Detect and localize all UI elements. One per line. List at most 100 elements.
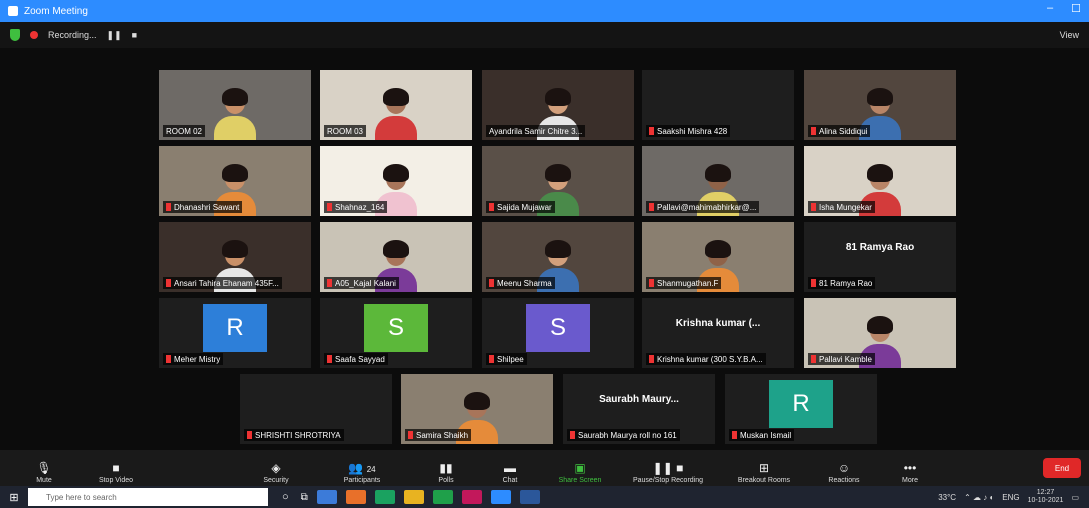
participant-name-label: Krishna kumar (300 S.Y.B.A... (646, 353, 766, 365)
participant-tile[interactable]: ROOM 02 (159, 70, 311, 140)
muted-mic-icon (327, 203, 332, 211)
security-button[interactable]: ◈ Security (246, 452, 306, 484)
recording-dot-icon (30, 31, 38, 39)
participant-name-label: Shilpee (486, 353, 527, 365)
muted-mic-icon (408, 431, 413, 439)
smiley-icon: ☺ (837, 461, 851, 475)
participant-tile[interactable]: ROOM 03 (320, 70, 472, 140)
chrome-app-icon[interactable] (374, 490, 395, 504)
participant-name: Shilpee (497, 354, 524, 364)
participant-name: Shanmugathan.F (657, 278, 719, 288)
participant-name-label: ROOM 02 (163, 125, 206, 137)
participant-tile[interactable]: S Shilpee (482, 298, 634, 368)
share-screen-icon: ▣ (574, 461, 586, 475)
participant-tile[interactable]: Samira Shaikh (401, 374, 553, 444)
participant-tile[interactable]: Shanmugathan.F (642, 222, 794, 292)
tray-icons[interactable]: ⌃ ☁ ♪ ◐ (964, 493, 994, 502)
muted-mic-icon (811, 279, 816, 287)
participant-tile[interactable]: Krishna kumar (... Krishna kumar (300 S.Y… (642, 298, 794, 368)
participant-name-label: Pallavi Kamble (808, 353, 875, 365)
notification-icon[interactable]: ▭ (1071, 493, 1079, 502)
explorer-app-icon[interactable] (403, 490, 424, 504)
participant-tile[interactable]: Ansari Tahira Ehanam 435F... (159, 222, 311, 292)
participant-tile[interactable]: Ayandrila Samir Chitre 3... (482, 70, 634, 140)
participant-tile[interactable]: R Meher Mistry (159, 298, 311, 368)
participant-tile[interactable]: Isha Mungekar (804, 146, 956, 216)
participant-name: Isha Mungekar (819, 202, 872, 212)
pause-stop-recording-button[interactable]: ❚❚ ■ Pause/Stop Recording (628, 452, 708, 484)
polls-button[interactable]: ▮▮ Polls (416, 452, 476, 484)
participant-tile[interactable]: Saurabh Maury... Saurabh Maurya roll no 1… (563, 374, 715, 444)
participant-tile[interactable]: Shahnaz_164 (320, 146, 472, 216)
pause-recording-button[interactable]: ❚❚ (107, 30, 122, 41)
ellipsis-icon: ••• (903, 461, 917, 475)
word-app-icon[interactable] (519, 490, 540, 504)
taskbar-search-input[interactable]: Type here to search (28, 488, 268, 506)
participant-tile[interactable]: Alina Siddiqui (804, 70, 956, 140)
participant-tile[interactable]: Pallavi Kamble (804, 298, 956, 368)
participant-tile[interactable]: SHRISHTI SHROTRIYA (240, 374, 392, 444)
participant-name: A05_Kajal Kalani (335, 278, 396, 288)
window-controls: – ☐ (1047, 2, 1081, 15)
participants-button[interactable]: 👥 24 Participants (332, 452, 392, 484)
file-app-icon[interactable] (316, 490, 337, 504)
participant-name: ROOM 02 (166, 126, 203, 136)
maximize-button[interactable]: ☐ (1071, 2, 1081, 15)
muted-mic-icon (327, 355, 332, 363)
participant-tile[interactable]: 81 Ramya Rao 81 Ramya Rao (804, 222, 956, 292)
shield-icon[interactable] (10, 29, 20, 41)
participant-tile[interactable]: Sajida Mujawar (482, 146, 634, 216)
spotify-app-icon[interactable] (432, 490, 453, 504)
participant-name: Krishna kumar (300 S.Y.B.A... (657, 354, 763, 364)
participant-tile[interactable]: Dhanashri Sawant (159, 146, 311, 216)
mute-button[interactable]: 🎙 Mute (14, 452, 74, 484)
breakout-rooms-icon: ⊞ (758, 461, 770, 475)
muted-mic-icon (649, 279, 654, 287)
language-indicator[interactable]: ENG (1002, 493, 1019, 502)
stop-video-button[interactable]: ■ Stop Video (86, 452, 146, 484)
more-button[interactable]: ••• More (880, 452, 940, 484)
participant-name-label: Shahnaz_164 (324, 201, 388, 213)
participant-name-display: Saurabh Maury... (599, 394, 679, 405)
muted-mic-icon (489, 355, 494, 363)
task-view-icon[interactable]: ⧉ (301, 492, 308, 503)
muted-mic-icon (732, 431, 737, 439)
person-figure (373, 86, 419, 140)
breakout-rooms-button[interactable]: ⊞ Breakout Rooms (734, 452, 794, 484)
view-button[interactable]: View (1060, 30, 1079, 40)
reactions-button[interactable]: ☺ Reactions (814, 452, 874, 484)
participant-name-label: Saurabh Maurya roll no 161 (567, 429, 680, 441)
microphone-icon: 🎙 (36, 461, 52, 475)
zoom-taskbar-icon[interactable] (490, 490, 511, 504)
minimize-button[interactable]: – (1047, 2, 1053, 15)
person-figure (212, 86, 258, 140)
end-meeting-button[interactable]: End (1043, 458, 1081, 478)
camera-icon: ■ (112, 461, 120, 475)
windows-start-icon[interactable]: ⊞ (0, 491, 28, 504)
participant-name: 81 Ramya Rao (819, 278, 873, 288)
participant-tile[interactable]: Saakshi Mishra 428 (642, 70, 794, 140)
participant-name: Pallavi Kamble (819, 354, 872, 364)
media-app-icon[interactable] (461, 490, 482, 504)
muted-mic-icon (489, 203, 494, 211)
zoom-app-icon (8, 6, 18, 16)
participant-tile[interactable]: Meenu Sharma (482, 222, 634, 292)
participant-name-label: Sajida Mujawar (486, 201, 555, 213)
participant-name-label: Dhanashri Sawant (163, 201, 243, 213)
participant-name-label: ROOM 03 (324, 125, 367, 137)
participant-name-label: Muskan Ismail (729, 429, 795, 441)
chat-button[interactable]: ▬ Chat (480, 452, 540, 484)
cortana-icon[interactable]: ○ (282, 491, 289, 503)
participant-tile[interactable]: Pallavi@mahimabhirkar@... (642, 146, 794, 216)
participant-name-label: Pallavi@mahimabhirkar@... (646, 201, 760, 213)
participant-tile[interactable]: A05_Kajal Kalani (320, 222, 472, 292)
browser-app-icon[interactable] (345, 490, 366, 504)
clock[interactable]: 12:27 10-10-2021 (1028, 489, 1064, 505)
participant-tile[interactable]: S Saafa Sayyad (320, 298, 472, 368)
share-screen-button[interactable]: ▣ Share Screen (550, 452, 610, 484)
participant-tile[interactable]: R Muskan Ismail (725, 374, 877, 444)
stop-recording-button[interactable]: ■ (132, 30, 137, 40)
weather-label[interactable]: 33°C (938, 493, 956, 502)
participant-avatar: R (203, 304, 267, 352)
participant-name-label: Ayandrila Samir Chitre 3... (486, 125, 586, 137)
